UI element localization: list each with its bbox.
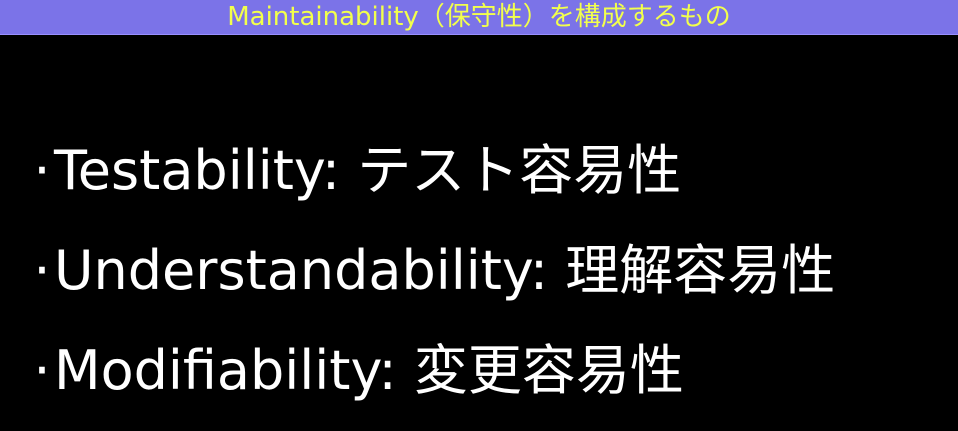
slide: Maintainability（保守性）を構成するもの ·Testability… (0, 0, 958, 431)
bullet-text: Understandability: 理解容易性 (54, 239, 836, 302)
bullet-dot: · (33, 139, 51, 202)
bullet-item-testability: ·Testability: テスト容易性 (30, 136, 681, 206)
bullet-item-understandability: ·Understandability: 理解容易性 (30, 236, 835, 306)
bullet-list: ·Testability: テスト容易性 ·Understandability:… (0, 0, 958, 431)
bullet-item-modifiability: ·Modifiability: 変更容易性 (30, 336, 684, 406)
bullet-text: Modifiability: 変更容易性 (54, 339, 684, 402)
bullet-dot: · (33, 339, 51, 402)
bullet-text: Testability: テスト容易性 (54, 139, 682, 202)
bullet-dot: · (33, 239, 51, 302)
